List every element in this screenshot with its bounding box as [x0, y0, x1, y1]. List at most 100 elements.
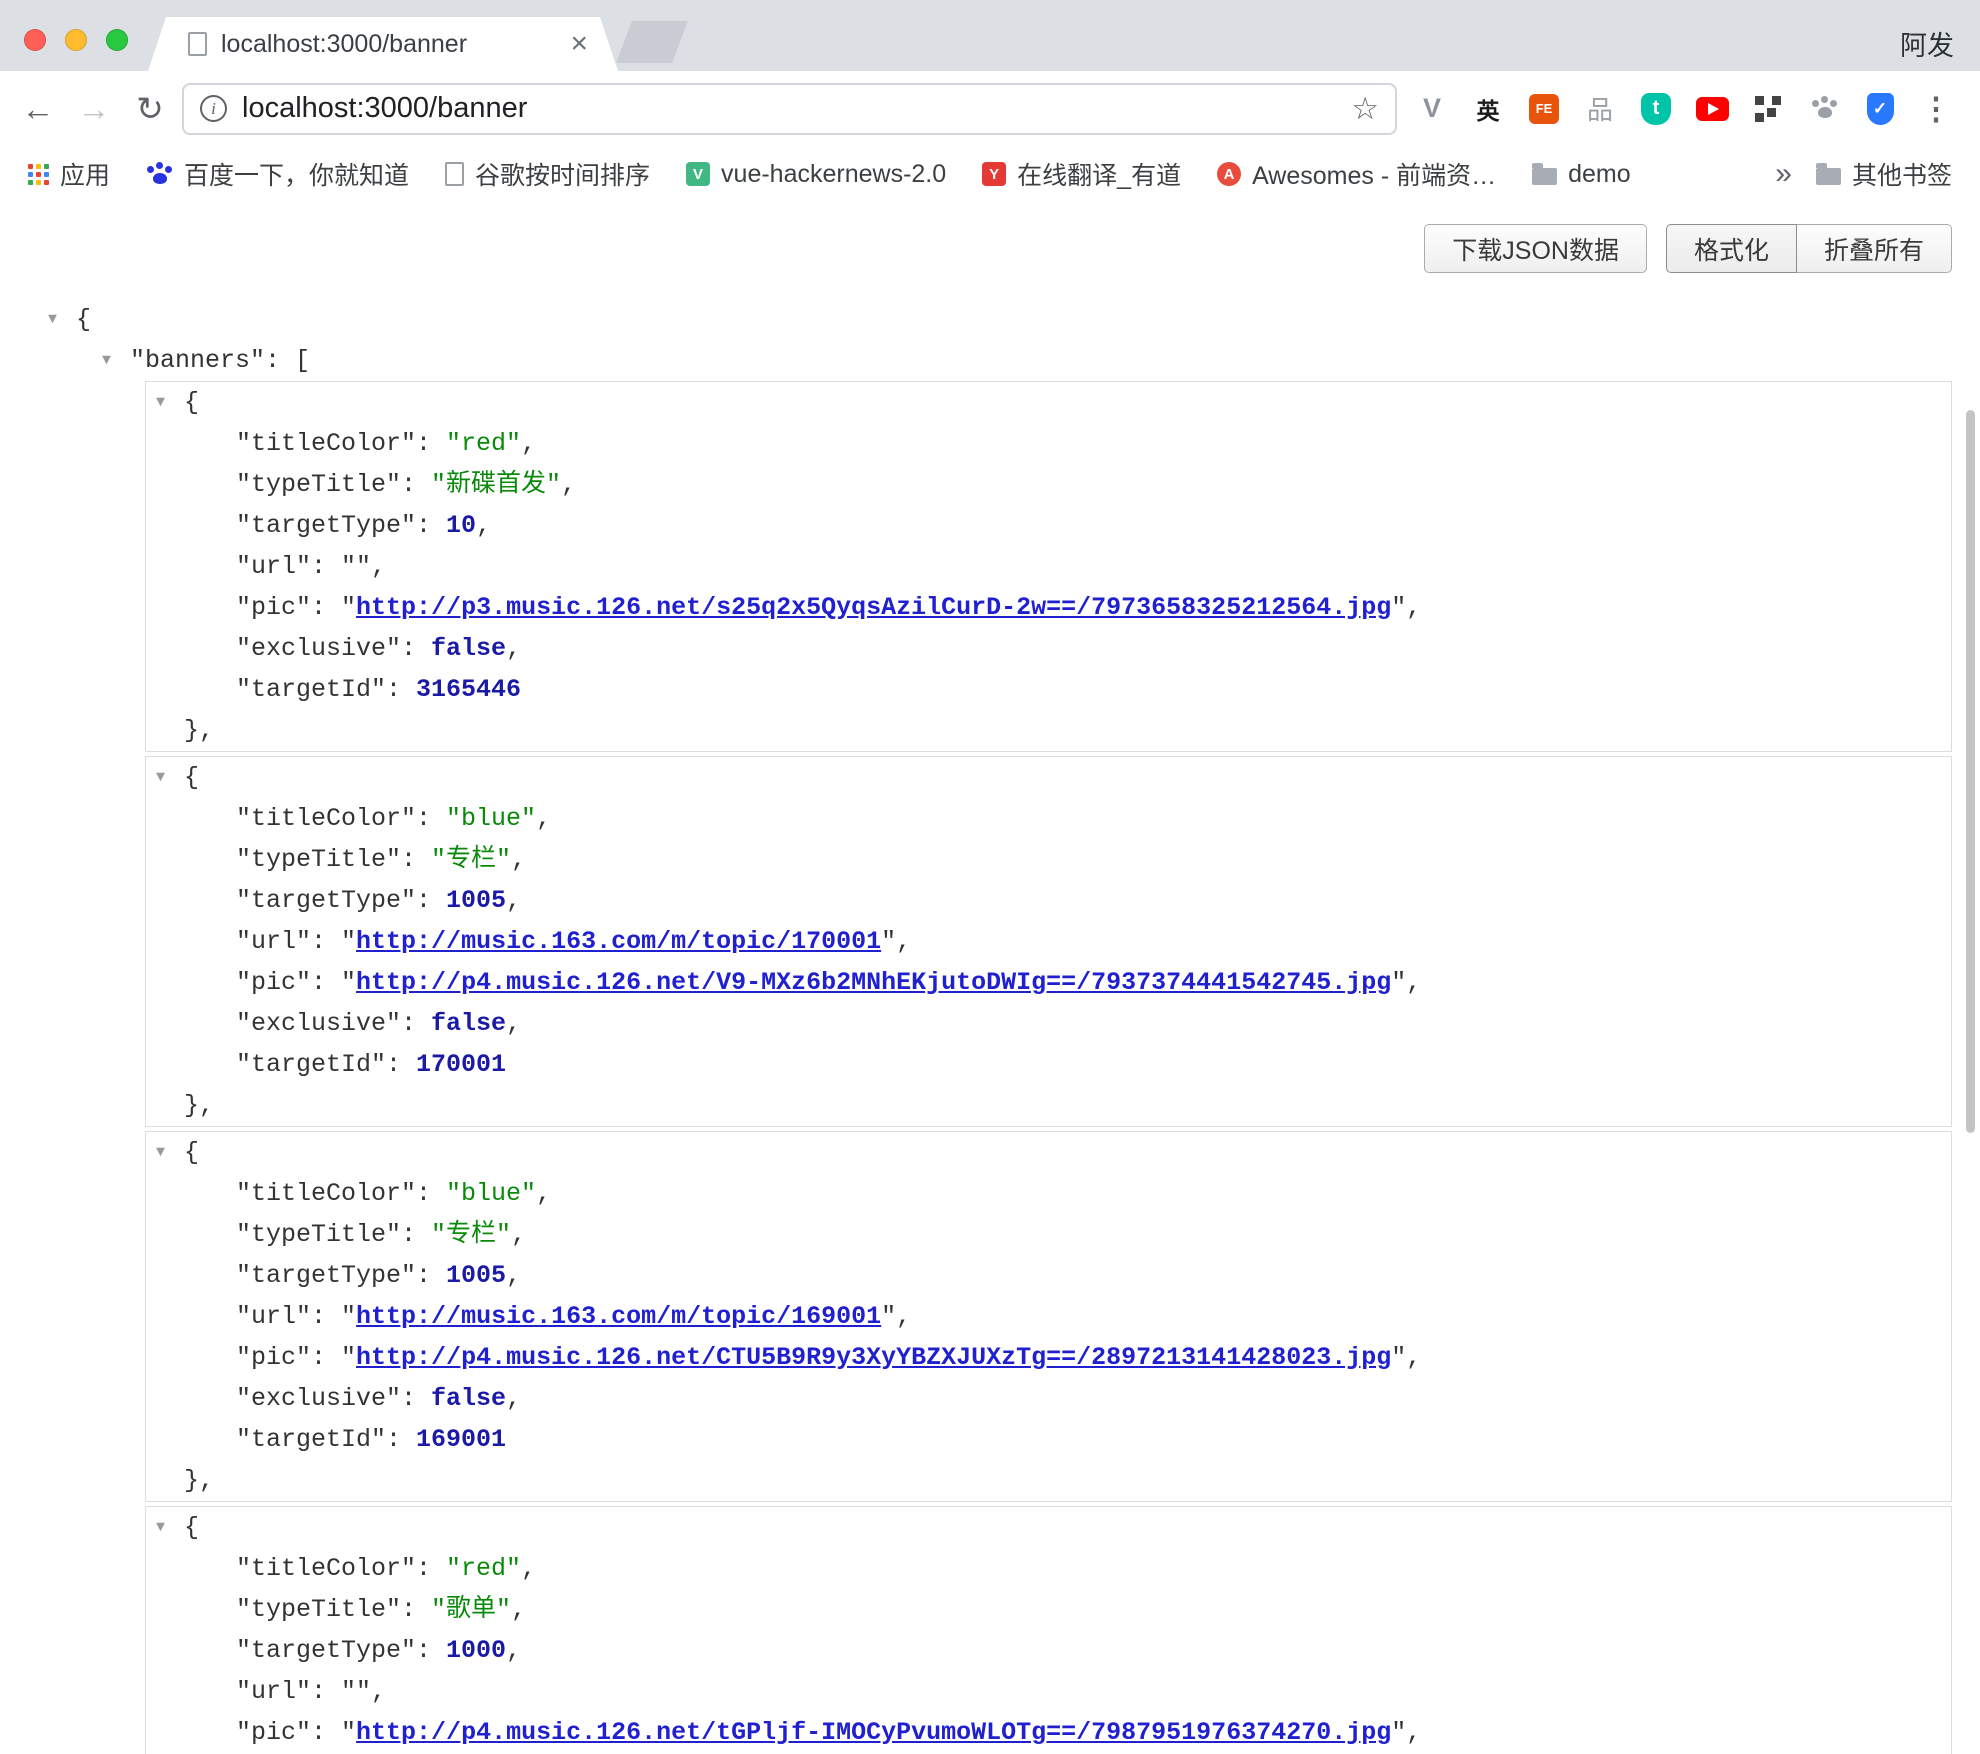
bookmarks-overflow-icon[interactable]: » — [1775, 157, 1792, 191]
bookmark-google-sort[interactable]: 谷歌按时间排序 — [445, 156, 650, 192]
browser-window: localhost:3000/banner × 阿发 ← → ↻ i local… — [0, 0, 1980, 1754]
bookmark-label: 应用 — [60, 156, 110, 192]
json-line: "targetId": 170001 — [146, 1044, 1951, 1085]
zoom-window-button[interactable] — [106, 29, 128, 51]
check-glyph: ✓ — [1867, 93, 1894, 125]
json-line: "targetType": 1000, — [146, 1630, 1951, 1671]
bookmark-star-icon[interactable]: ☆ — [1351, 91, 1379, 127]
json-line: "titleColor": "red", — [146, 423, 1951, 464]
json-line: "targetId": 169001 — [146, 1419, 1951, 1460]
baidu-paw-icon — [146, 161, 173, 188]
bookmarks-right-group: » 其他书签 — [1775, 156, 1952, 192]
json-line: "typeTitle": "歌单", — [146, 1589, 1951, 1630]
json-line: ▼{ — [146, 1132, 1951, 1173]
page-favicon-icon — [188, 32, 207, 56]
format-button[interactable]: 格式化 — [1666, 224, 1797, 273]
collapse-arrow-icon[interactable]: ▼ — [156, 382, 165, 423]
youtube-play-icon — [1696, 97, 1729, 121]
json-url-link[interactable]: http://music.163.com/m/topic/170001 — [356, 927, 881, 956]
back-icon[interactable]: ← — [14, 85, 62, 133]
collapse-arrow-icon[interactable]: ▼ — [156, 1507, 165, 1548]
json-url-link[interactable]: http://p4.music.126.net/tGPljf-IMOCyPvum… — [356, 1718, 1391, 1747]
shield-check-extension-icon[interactable]: ✓ — [1863, 92, 1897, 126]
bookmark-apps[interactable]: 应用 — [28, 156, 110, 192]
json-line: "titleColor": "red", — [146, 1548, 1951, 1589]
json-url-link[interactable]: http://p4.music.126.net/CTU5B9R9y3XyYBZX… — [356, 1343, 1391, 1372]
json-line: "url": "http://music.163.com/m/topic/169… — [146, 1296, 1951, 1337]
scrollbar-thumb[interactable] — [1966, 410, 1975, 1133]
profile-name[interactable]: 阿发 — [1900, 24, 1954, 63]
tab-title: localhost:3000/banner — [221, 30, 570, 59]
youdao-icon: Y — [982, 162, 1006, 186]
forward-icon[interactable]: → — [70, 85, 118, 133]
bookmark-label: 其他书签 — [1852, 156, 1952, 192]
bookmark-demo-folder[interactable]: demo — [1532, 160, 1631, 189]
youtube-extension-icon[interactable] — [1695, 92, 1729, 126]
v-glyph: V — [1423, 93, 1441, 124]
extensions-area: V 英 FE 品 t ✓ ⋮ — [1415, 92, 1953, 126]
browser-tab[interactable]: localhost:3000/banner × — [148, 17, 618, 71]
site-info-icon[interactable]: i — [200, 95, 227, 122]
browser-menu-icon[interactable]: ⋮ — [1919, 92, 1953, 126]
collapse-all-button[interactable]: 折叠所有 — [1796, 224, 1952, 273]
youdao-dict-extension-icon[interactable]: 英 — [1471, 92, 1505, 126]
json-line: "targetType": 10, — [146, 505, 1951, 546]
org-chart-extension-icon[interactable]: 品 — [1583, 92, 1617, 126]
bookmark-label: demo — [1568, 160, 1631, 189]
format-button-group: 格式化 折叠所有 — [1666, 224, 1952, 273]
json-line: "pic": "http://p4.music.126.net/tGPljf-I… — [146, 1712, 1951, 1753]
address-bar[interactable]: i localhost:3000/banner ☆ — [182, 83, 1397, 135]
extension-icon-v[interactable]: V — [1415, 92, 1449, 126]
bookmark-awesomes[interactable]: A Awesomes - 前端资… — [1217, 156, 1496, 192]
collapse-arrow-icon[interactable]: ▼ — [156, 757, 165, 798]
json-line: "pic": "http://p3.music.126.net/s25q2x5Q… — [146, 587, 1951, 628]
collapse-arrow-icon[interactable]: ▼ — [102, 340, 111, 381]
json-line: "exclusive": false, — [146, 628, 1951, 669]
bookmark-baidu[interactable]: 百度一下，你就知道 — [146, 156, 409, 192]
minimize-window-button[interactable] — [65, 29, 87, 51]
json-url-link[interactable]: http://music.163.com/m/topic/169001 — [356, 1302, 881, 1331]
json-line: "targetType": 1005, — [146, 880, 1951, 921]
shield-t-extension-icon[interactable]: t — [1639, 92, 1673, 126]
bookmark-label: 谷歌按时间排序 — [475, 156, 650, 192]
json-line: "exclusive": false, — [146, 1378, 1951, 1419]
tab-strip: localhost:3000/banner × 阿发 — [0, 0, 1980, 71]
json-line: "url": "http://music.163.com/m/topic/170… — [146, 921, 1951, 962]
bookmark-label: vue-hackernews-2.0 — [721, 160, 946, 189]
fe-glyph: FE — [1529, 94, 1559, 124]
bookmark-youdao-translate[interactable]: Y 在线翻译_有道 — [982, 156, 1181, 192]
bookmark-other-folder[interactable]: 其他书签 — [1816, 156, 1952, 192]
json-object-box: ▼{"titleColor": "blue","typeTitle": "专栏"… — [145, 756, 1952, 1127]
json-page-toolbar: 下载JSON数据 格式化 折叠所有 — [0, 202, 1980, 273]
json-line: "targetType": 1005, — [146, 1255, 1951, 1296]
json-object-box: ▼{"titleColor": "blue","typeTitle": "专栏"… — [145, 1131, 1952, 1502]
json-line: }, — [146, 710, 1951, 751]
json-line: "titleColor": "blue", — [146, 1173, 1951, 1214]
json-line: ▼{ — [0, 299, 1980, 340]
json-line: ▼{ — [146, 382, 1951, 423]
reload-icon[interactable]: ↻ — [126, 85, 174, 133]
json-line: }, — [146, 1085, 1951, 1126]
close-window-button[interactable] — [24, 29, 46, 51]
org-glyph: 品 — [1587, 90, 1613, 127]
bookmarks-bar: 应用 百度一下，你就知道 谷歌按时间排序 V vue-hackernews-2.… — [0, 146, 1980, 202]
json-tree: ▼{▼"banners": [▼{"titleColor": "red","ty… — [0, 299, 1980, 1754]
window-controls — [24, 29, 128, 51]
paw-extension-icon[interactable] — [1807, 92, 1841, 126]
collapse-arrow-icon[interactable]: ▼ — [48, 299, 57, 340]
json-line: ▼{ — [146, 757, 1951, 798]
qrcode-extension-icon[interactable] — [1751, 92, 1785, 126]
json-line: ▼{ — [146, 1507, 1951, 1548]
new-tab-button[interactable] — [616, 21, 688, 63]
menu-dots-glyph: ⋮ — [1921, 91, 1952, 127]
tab-close-icon[interactable]: × — [570, 29, 588, 59]
collapse-arrow-icon[interactable]: ▼ — [156, 1132, 165, 1173]
url-text: localhost:3000/banner — [242, 92, 1351, 125]
download-json-button[interactable]: 下载JSON数据 — [1424, 224, 1647, 273]
bookmark-vue-hackernews[interactable]: V vue-hackernews-2.0 — [686, 160, 946, 189]
json-url-link[interactable]: http://p4.music.126.net/V9-MXz6b2MNhEKju… — [356, 968, 1391, 997]
fehelper-extension-icon[interactable]: FE — [1527, 92, 1561, 126]
json-line: "pic": "http://p4.music.126.net/V9-MXz6b… — [146, 962, 1951, 1003]
json-url-link[interactable]: http://p3.music.126.net/s25q2x5QyqsAzilC… — [356, 593, 1391, 622]
bookmark-label: Awesomes - 前端资… — [1252, 156, 1496, 192]
